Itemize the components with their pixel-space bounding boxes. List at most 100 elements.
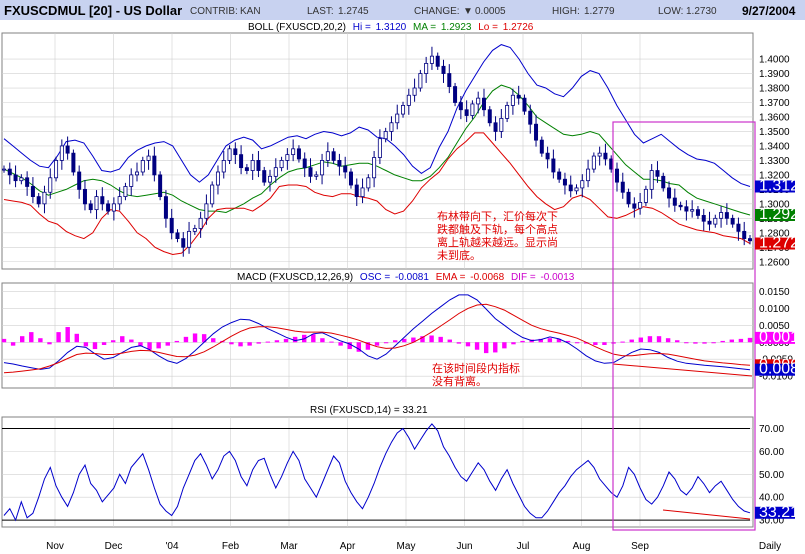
macd-annotation-line: 在该时间段内指标: [432, 361, 520, 375]
candle-body: [320, 160, 325, 176]
candle-body: [233, 148, 238, 156]
candle-body: [372, 157, 377, 179]
candle-body: [146, 155, 151, 161]
candle-body: [620, 181, 625, 193]
candle-body: [13, 174, 18, 182]
candle-body: [447, 73, 452, 87]
macd-histogram-bar: [211, 338, 216, 343]
x-tick-label: Apr: [340, 541, 356, 552]
candle-body: [505, 104, 510, 119]
boll-upper-tag: 1.3120: [759, 177, 805, 194]
candle-body: [632, 203, 637, 209]
candle-body: [678, 204, 683, 208]
macd-histogram-bar: [456, 342, 462, 344]
macd-histogram-bar: [493, 342, 498, 353]
candle-body: [296, 148, 301, 160]
candle-body: [302, 158, 307, 169]
contrib-value: KAN: [240, 6, 261, 17]
candle-body: [250, 160, 255, 171]
rsi-label: RSI (FXUSCD,14) = 33.21: [310, 405, 428, 416]
macd-histogram-bar: [656, 336, 662, 343]
macd-histogram-bar: [483, 342, 489, 354]
candle-body: [337, 160, 342, 167]
candle-body: [597, 152, 602, 157]
macd-histogram-bar: [338, 342, 343, 346]
candle-body: [591, 155, 596, 170]
candle-body: [140, 160, 145, 173]
macd-histogram-bar: [165, 342, 170, 346]
candle-body: [412, 87, 417, 96]
candle-body: [701, 215, 706, 222]
candle-body: [117, 196, 122, 205]
candle-body: [366, 177, 371, 189]
x-tick-label: Nov: [46, 541, 64, 552]
candle-body: [291, 148, 296, 156]
change-value: 0.0005: [475, 6, 506, 17]
macd-label-prefix: MACD (FXUSCD,12,26,9): [237, 272, 353, 283]
candle-body: [221, 160, 226, 173]
candle-body: [152, 155, 157, 176]
macd-histogram-bar: [438, 336, 443, 343]
candle-body: [36, 196, 41, 205]
candle-body: [42, 191, 47, 205]
y-tick-label: 0.0100: [759, 304, 790, 315]
macd-histogram-bar: [738, 338, 744, 343]
macd-osc-value: -0.0081: [395, 272, 429, 283]
boll-hi-value: 1.3120: [376, 22, 407, 33]
macd-histogram-bar: [65, 327, 70, 343]
candle-body: [181, 238, 186, 248]
macd-histogram-bar: [747, 337, 753, 343]
macd-osc-label: OSC =: [360, 272, 390, 283]
candle-body: [736, 223, 741, 232]
candle-body: [470, 103, 475, 116]
x-tick-label: Jul: [517, 541, 530, 552]
candle-body: [522, 97, 527, 112]
rsi-tag: 33.21: [759, 504, 799, 521]
macd-histogram-bar: [374, 342, 380, 346]
y-tick-label: 70.00: [759, 424, 784, 435]
last-label: LAST:: [307, 6, 334, 17]
candle-body: [418, 73, 423, 89]
macd-histogram-bar: [720, 340, 725, 343]
candle-body: [435, 55, 440, 67]
candle-body: [562, 178, 567, 186]
candle-body: [493, 122, 498, 132]
boll-hi-label: Hi =: [353, 22, 371, 33]
x-tick-label: Feb: [222, 541, 240, 552]
macd-dif-label: DIF =: [511, 272, 536, 283]
macd-histogram-bar: [256, 342, 261, 344]
candle-body: [742, 230, 747, 239]
x-tick-label: Jun: [456, 541, 472, 552]
macd-histogram-bar: [1, 338, 7, 343]
macd-histogram-bar: [392, 340, 398, 343]
candle-body: [239, 154, 244, 169]
macd-ema-label: EMA =: [436, 272, 466, 283]
candle-body: [94, 196, 99, 211]
candle-body: [19, 177, 24, 182]
macd-histogram-bar: [156, 342, 161, 349]
y-tick-label: 1.2600: [759, 257, 790, 268]
candle-body: [730, 217, 735, 225]
candle-body: [603, 152, 608, 160]
candle-body: [424, 63, 429, 74]
candle-body: [348, 171, 353, 186]
macd-histogram-bar: [120, 336, 125, 343]
x-tick-label: Mar: [280, 541, 298, 552]
candle-body: [82, 188, 87, 205]
macd-histogram-bar: [465, 342, 471, 347]
candle-body: [308, 167, 313, 177]
boll-annotation-line: 布林带向下，汇价每次下: [437, 209, 558, 223]
candle-body: [198, 217, 203, 229]
candle-body: [401, 104, 406, 115]
macd-ema-value: -0.0068: [470, 272, 504, 283]
candle-body: [638, 201, 643, 209]
macd-dif-tag: 0.0013: [759, 329, 805, 346]
macd-histogram-bar: [547, 338, 553, 343]
candle-body: [30, 186, 35, 198]
boll-ma-label: MA =: [413, 22, 436, 33]
candle-body: [429, 55, 434, 64]
candle-body: [516, 94, 521, 99]
candle-body: [377, 138, 382, 158]
candle-body: [123, 186, 128, 198]
candle-body: [215, 171, 220, 186]
